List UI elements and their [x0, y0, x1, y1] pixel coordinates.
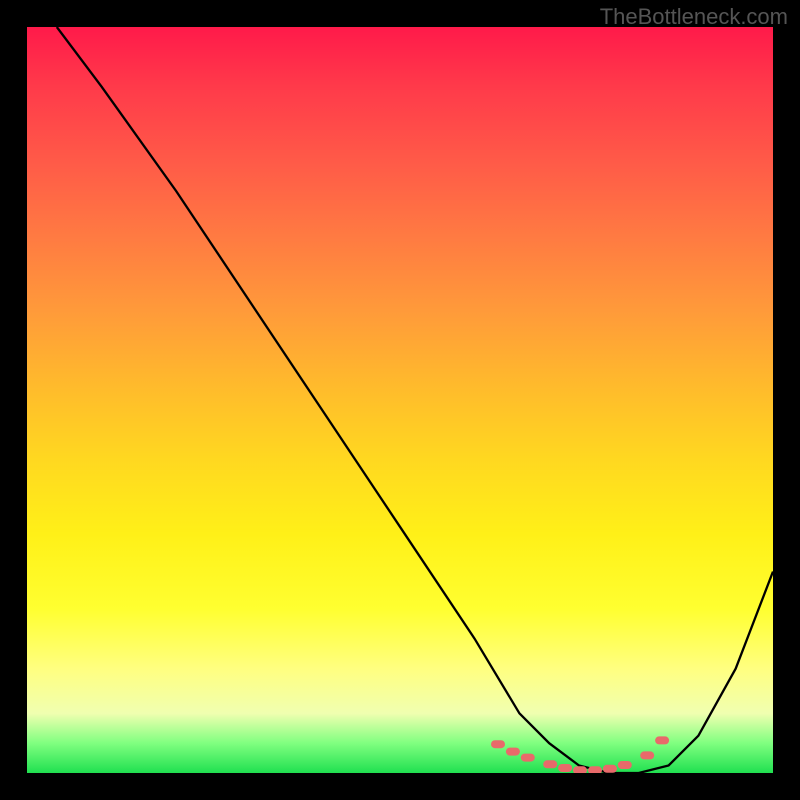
bottleneck-curve-svg: [27, 27, 773, 773]
valley-marker-dot: [573, 766, 587, 773]
valley-marker-dot: [491, 740, 505, 748]
valley-marker-dot: [603, 765, 617, 773]
valley-marker-dot: [543, 760, 557, 768]
valley-markers: [491, 736, 669, 773]
valley-marker-dot: [506, 748, 520, 756]
chart-plot-area: [27, 27, 773, 773]
valley-marker-dot: [640, 751, 654, 759]
bottleneck-curve-path: [57, 27, 773, 773]
valley-marker-dot: [521, 754, 535, 762]
valley-marker-dot: [558, 764, 572, 772]
valley-marker-dot: [618, 761, 632, 769]
valley-marker-dot: [588, 766, 602, 773]
watermark-text: TheBottleneck.com: [600, 4, 788, 30]
valley-marker-dot: [655, 736, 669, 744]
